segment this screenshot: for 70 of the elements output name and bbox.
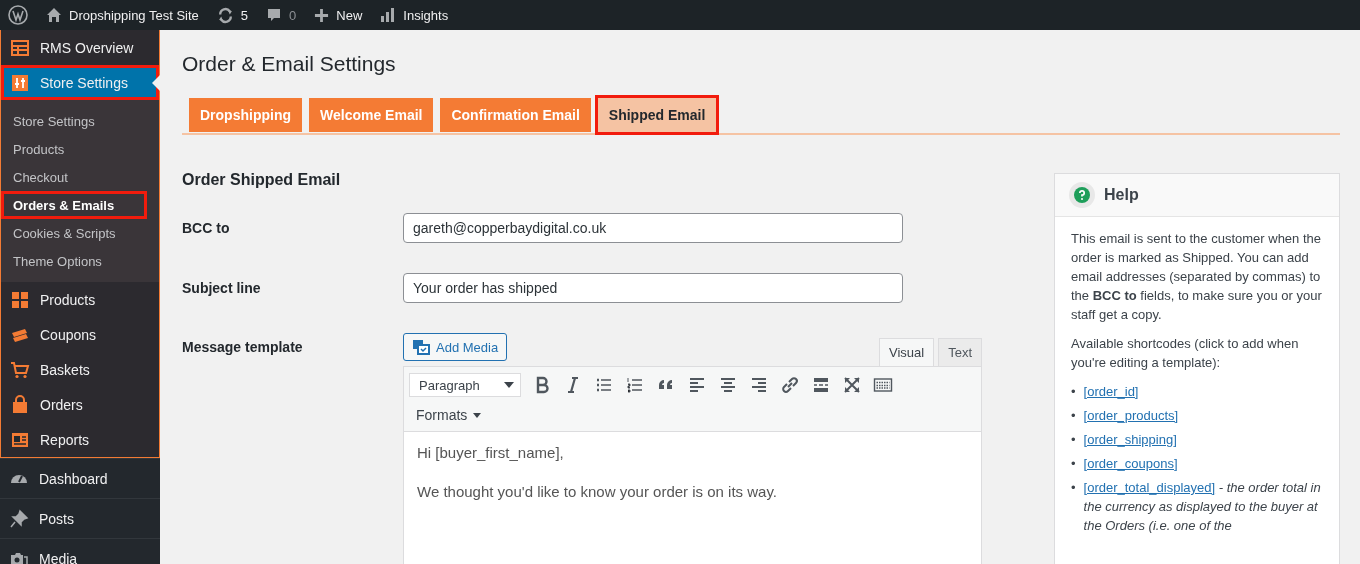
read-more-icon[interactable] [811,375,831,395]
sliders-icon [10,72,30,93]
plus-icon[interactable] [314,7,330,23]
shortcode-link[interactable]: [order_total_displayed] [1083,480,1216,495]
bullet: • [1071,383,1076,401]
submenu-item[interactable]: Orders & Emails [1,191,147,219]
align-right-icon[interactable] [749,375,769,395]
help-icon [1074,187,1090,203]
bar-chart-icon[interactable] [380,7,397,23]
bullet: • [1071,407,1076,425]
fullscreen-icon[interactable] [842,375,862,395]
updates-count[interactable]: 5 [240,7,249,23]
editor-content[interactable]: Hi [buyer_first_name], We thought you'd like to know your order is on its way. [404,432,981,564]
shortcode-link[interactable]: [order_products] [1083,408,1179,423]
menu-item[interactable]: Orders [1,387,159,422]
text-field[interactable]: Your order has shipped [403,273,903,303]
home-icon[interactable] [46,7,62,23]
formats-menu[interactable]: Formats [409,397,489,427]
insights-link[interactable]: Insights [403,7,449,23]
editor-tab[interactable]: Visual [878,338,935,366]
shortcode-link[interactable]: [order_id] [1083,384,1139,399]
field-label: BCC to [182,220,231,236]
section-heading: Order Shipped Email [182,171,342,189]
submenu-item[interactable]: Products [1,135,159,163]
submenu-item[interactable]: Checkout [1,163,159,191]
field-label: Message template [182,338,304,355]
menu-item[interactable]: Coupons [1,317,159,352]
bullet: • [1071,431,1076,449]
help-text: Available shortcodes (click to add when you're editing a template): [1071,335,1300,372]
text-field[interactable]: gareth@copperbaydigital.co.uk [403,213,903,243]
shortcode-link[interactable]: [order_shipping] [1083,432,1177,447]
page-title: Order & Email Settings [182,52,397,76]
align-left-icon[interactable] [687,375,707,395]
site-name-link[interactable]: Dropshipping Test Site [69,7,199,23]
add-media-button[interactable]: Add Media [403,333,508,361]
submenu-item[interactable]: Store Settings [1,107,159,135]
bullet: • [1071,455,1076,473]
submenu-item[interactable]: Cookies & Scripts [1,219,159,247]
menu-item[interactable]: Media [0,538,160,564]
message-paragraph: Hi [buyer_first_name], [417,444,565,461]
media-icon [412,339,430,355]
submenu-item[interactable]: Theme Options [1,247,159,275]
squares-icon [10,289,30,310]
field-label: Subject line [182,280,262,296]
bullet: • [1071,479,1076,497]
pin-icon [9,508,29,529]
menu-item[interactable]: Reports [1,422,159,457]
menu-item[interactable]: Store Settings [1,65,159,100]
align-center-icon[interactable] [718,375,738,395]
shortcode-description: [order_total_displayed] - the order total in the currency as displayed to the buyer at the Orders (i.e. one of the [1083,479,1322,535]
help-title: Help [1104,186,1139,204]
wordpress-logo-icon[interactable] [8,5,28,25]
message-paragraph: We thought you'd like to know your order is on its way. [417,483,778,500]
settings-tab[interactable]: Shipped Email [597,98,717,132]
menu-item[interactable]: Baskets [1,352,159,387]
format-select[interactable]: Paragraph [409,373,521,397]
table-icon [10,37,30,58]
shortcode-link[interactable]: [order_coupons] [1083,456,1178,471]
link-icon[interactable] [780,375,800,395]
comment-icon[interactable] [266,7,283,23]
refresh-icon[interactable] [216,6,234,24]
help-text: This email is sent to the customer when the order is marked as Shipped. You can add email addresses (separated by commas) to the BCC to fields, to make sure you or your staff get a copy. [1071,230,1323,324]
comments-count[interactable]: 0 [289,7,297,23]
new-link[interactable]: New [336,7,363,23]
cart-icon [10,359,30,380]
menu-item[interactable]: RMS Overview [1,30,159,65]
numbered-list-icon[interactable] [625,375,645,395]
editor-tab[interactable]: Text [938,338,982,366]
menu-item[interactable]: Products [1,282,159,317]
keyboard-icon[interactable] [873,375,893,395]
